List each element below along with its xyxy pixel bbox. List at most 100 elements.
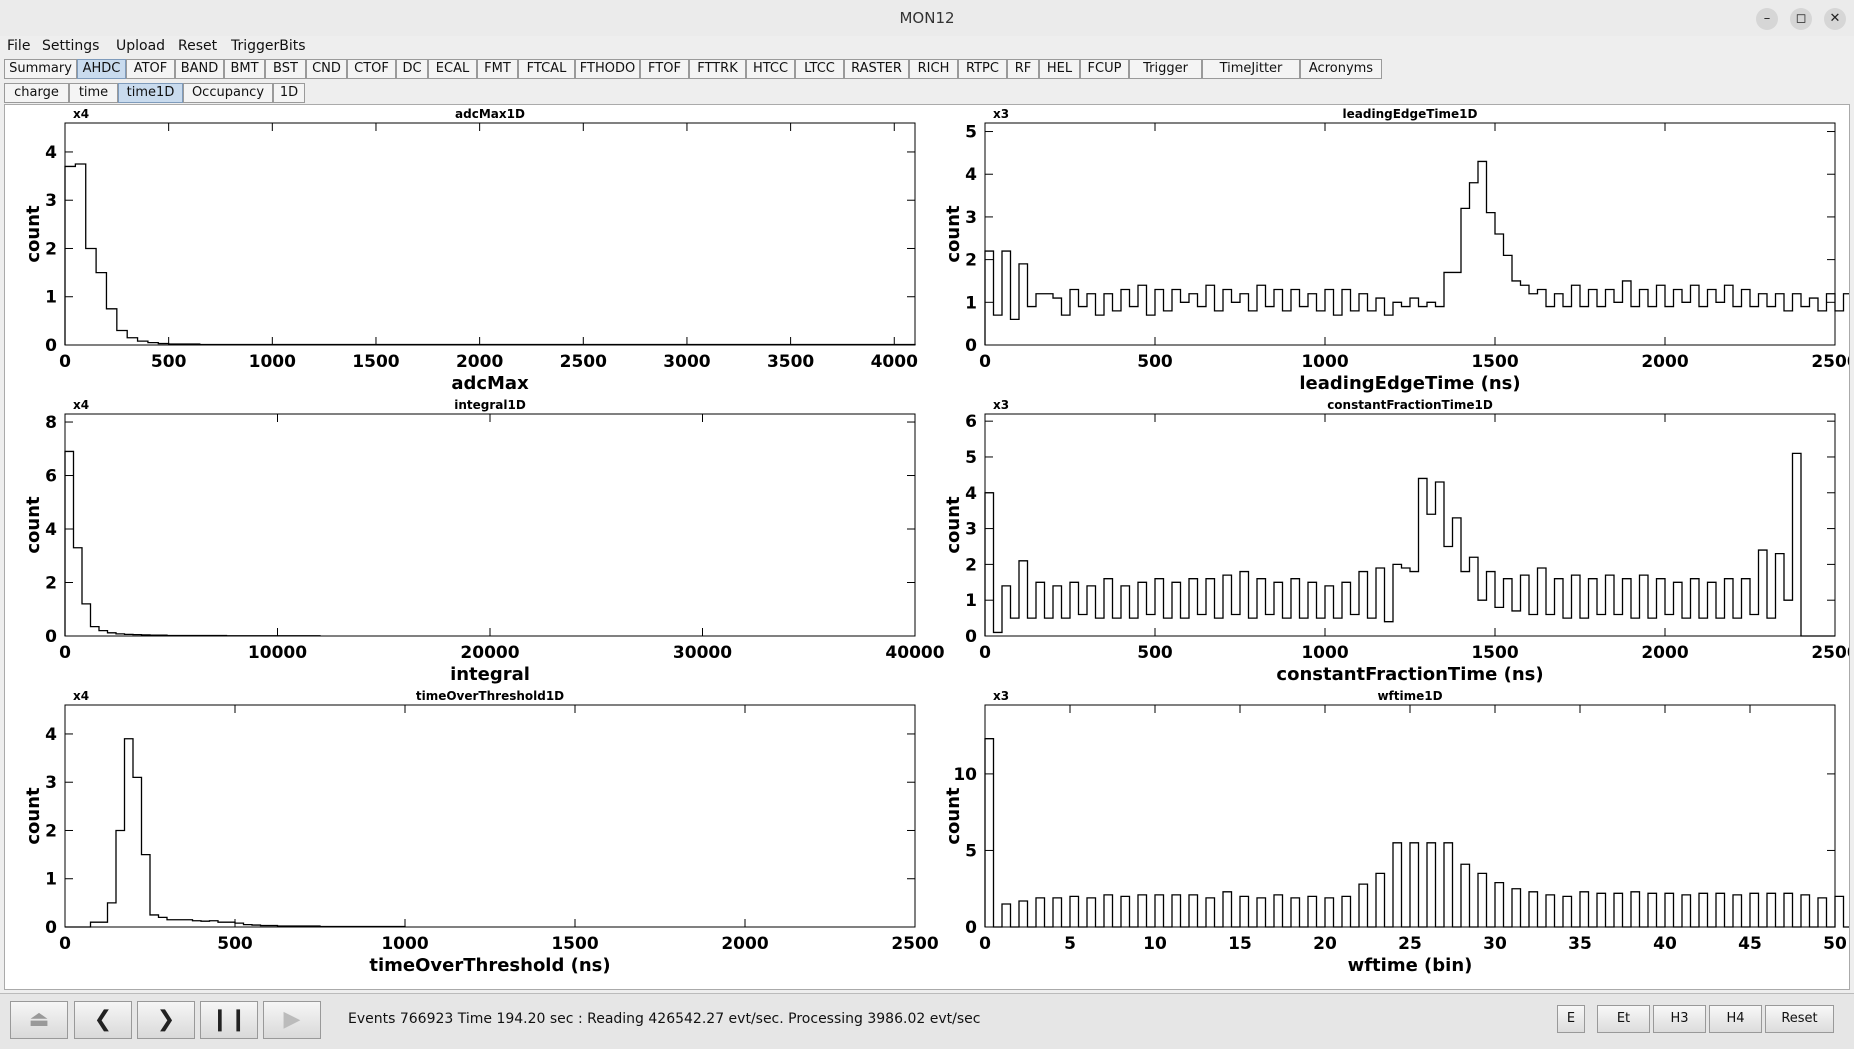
scale-label: x3 (993, 398, 1009, 412)
tab-rtpc[interactable]: RTPC (958, 59, 1007, 79)
scale-label: x4 (73, 107, 89, 121)
tab-ftcal[interactable]: FTCAL (518, 59, 575, 79)
x-tick-label: 2000 (721, 934, 768, 954)
tab-atof[interactable]: ATOF (126, 59, 175, 79)
y-tick-label: 2 (45, 821, 57, 841)
tab-rf[interactable]: RF (1007, 59, 1039, 79)
close-icon[interactable]: ✕ (1824, 8, 1846, 30)
y-tick-label: 6 (965, 412, 977, 432)
plot-title: adcMax1D (455, 107, 525, 121)
tab-ctof[interactable]: CTOF (347, 59, 396, 79)
prev-icon[interactable]: ❮ (74, 1001, 132, 1039)
x-axis-label: integral (450, 664, 530, 685)
tab-trigger[interactable]: Trigger (1129, 59, 1202, 79)
plot-canvas: adcMax1D x4 0 500 1000 1500 2000 2500 3000 3500 40… (4, 104, 1850, 990)
tab-raster[interactable]: RASTER (844, 59, 909, 79)
x-tick-label: 30000 (673, 643, 732, 663)
tab-cnd[interactable]: CND (306, 59, 347, 79)
play-icon[interactable]: ▶ (263, 1001, 321, 1039)
y-tick-label: 4 (45, 520, 57, 540)
tab-fmt[interactable]: FMT (477, 59, 518, 79)
e-button[interactable]: E (1557, 1005, 1585, 1033)
tab-band[interactable]: BAND (175, 59, 224, 79)
y-axis-label: count (23, 787, 44, 845)
tab-acronyms[interactable]: Acronyms (1300, 59, 1382, 79)
y-tick-label: 2 (45, 239, 57, 259)
y-tick-label: 0 (45, 918, 57, 938)
x-tick-label: 40000 (885, 643, 944, 663)
menu-reset[interactable]: Reset (178, 38, 217, 54)
menu-upload[interactable]: Upload (116, 38, 165, 54)
tab-htcc[interactable]: HTCC (746, 59, 795, 79)
menu-file[interactable]: File (7, 38, 30, 54)
histogram-series (984, 738, 1849, 928)
subtab-1d[interactable]: 1D (273, 83, 305, 103)
tab-timejitter[interactable]: TimeJitter (1202, 59, 1300, 79)
y-axis-label: count (943, 787, 964, 845)
y-axis-label: count (23, 205, 44, 263)
x-tick-label: 1500 (1471, 643, 1518, 663)
y-tick-label: 8 (45, 413, 57, 433)
tab-fcup[interactable]: FCUP (1080, 59, 1129, 79)
x-axis-label: constantFractionTime (ns) (1276, 664, 1543, 685)
bottom-toolbar: ⏏ ❮ ❯ ❙❙ ▶ Events 766923 Time 194.20 sec… (0, 993, 1854, 1049)
tab-ftof[interactable]: FTOF (640, 59, 689, 79)
x-axis-label: leadingEdgeTime (ns) (1299, 373, 1520, 394)
x-tick-label: 2500 (1811, 352, 1849, 372)
title-bar: MON12 – ◻ ✕ (0, 0, 1854, 36)
scale-label: x3 (993, 689, 1009, 703)
x-tick-label: 15 (1228, 934, 1252, 954)
histogram-series (64, 163, 916, 346)
x-tick-label: 1500 (352, 352, 399, 372)
h3-button[interactable]: H3 (1653, 1005, 1706, 1033)
y-tick-label: 5 (965, 448, 977, 468)
plot-title: leadingEdgeTime1D (1343, 107, 1478, 121)
tab-fttrk[interactable]: FTTRK (689, 59, 746, 79)
x-tick-label: 40 (1653, 934, 1677, 954)
x-tick-label: 50 (1823, 934, 1847, 954)
plot-title: integral1D (454, 398, 526, 412)
tab-hel[interactable]: HEL (1039, 59, 1080, 79)
maximize-icon[interactable]: ◻ (1790, 8, 1812, 30)
tab-ahdc[interactable]: AHDC (77, 59, 126, 79)
reset-button[interactable]: Reset (1765, 1005, 1834, 1033)
histogram-grid: adcMax1Dx40 500 1000 1500 2000 2500 3000 3500 40… (23, 107, 1849, 976)
minimize-icon[interactable]: – (1756, 8, 1778, 30)
tab-dc[interactable]: DC (396, 59, 428, 79)
y-tick-label: 4 (965, 165, 977, 185)
next-icon[interactable]: ❯ (137, 1001, 195, 1039)
tab-rich[interactable]: RICH (909, 59, 958, 79)
menu-triggerbits[interactable]: TriggerBits (231, 38, 306, 54)
x-tick-label: 0 (59, 934, 71, 954)
x-axis-label: wftime (bin) (1348, 955, 1473, 976)
tab-fthodo[interactable]: FTHODO (575, 59, 640, 79)
y-tick-label: 5 (965, 841, 977, 861)
x-tick-label: 500 (217, 934, 253, 954)
subtab-time[interactable]: time (69, 83, 118, 103)
y-tick-label: 6 (45, 467, 57, 487)
tab-bst[interactable]: BST (265, 59, 306, 79)
y-tick-label: 3 (965, 520, 977, 540)
et-button[interactable]: Et (1597, 1005, 1650, 1033)
subtab-time1d[interactable]: time1D (118, 83, 183, 103)
tab-summary[interactable]: Summary (4, 59, 77, 79)
x-tick-label: 1000 (1301, 352, 1348, 372)
h4-button[interactable]: H4 (1709, 1005, 1762, 1033)
x-tick-label: 1000 (249, 352, 296, 372)
x-tick-label: 5 (1064, 934, 1076, 954)
tab-ecal[interactable]: ECAL (428, 59, 477, 79)
menu-settings[interactable]: Settings (42, 38, 99, 54)
subtab-charge[interactable]: charge (4, 83, 69, 103)
tab-ltcc[interactable]: LTCC (795, 59, 844, 79)
pause-icon[interactable]: ❙❙ (200, 1001, 258, 1039)
tab-bmt[interactable]: BMT (224, 59, 265, 79)
y-tick-label: 0 (965, 918, 977, 938)
plot-frame (984, 122, 1836, 346)
plot-title: timeOverThreshold1D (416, 689, 564, 703)
histogram-series (984, 160, 1849, 345)
y-tick-label: 1 (45, 288, 57, 308)
subtab-occupancy[interactable]: Occupancy (183, 83, 273, 103)
x-tick-label: 0 (59, 643, 71, 663)
x-tick-label: 0 (59, 352, 71, 372)
eject-icon[interactable]: ⏏ (10, 1001, 68, 1039)
